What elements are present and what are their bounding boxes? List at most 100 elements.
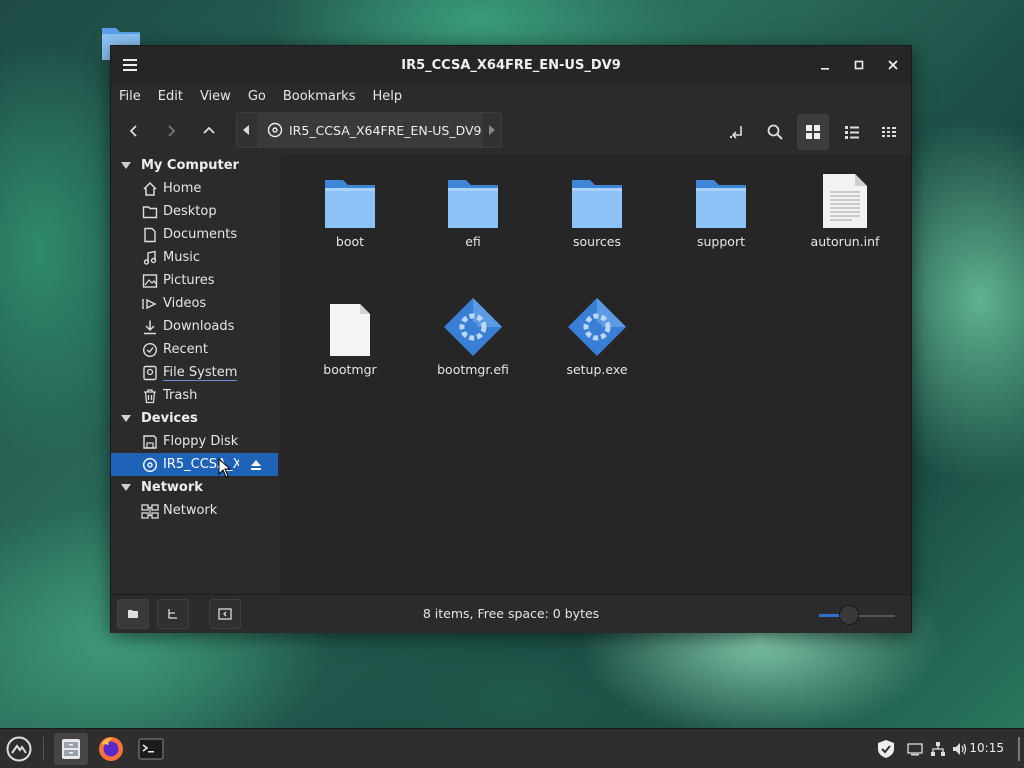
toolbar <box>111 108 911 154</box>
path-segment-current[interactable]: IR5_CCSA_X64FRE_EN-US_DV9 <box>257 113 483 147</box>
documents-icon <box>141 226 159 244</box>
compact-view-button[interactable] <box>876 120 902 144</box>
show-desktop-button[interactable] <box>1018 737 1020 761</box>
sidebar-item-music[interactable]: Music <box>111 246 281 269</box>
file-item-autorun-inf[interactable]: autorun.inf <box>795 168 895 249</box>
list-view-button[interactable] <box>839 120 865 144</box>
sidebar-item-filesystem[interactable]: File System <box>111 361 281 384</box>
menu-file[interactable]: File <box>119 89 141 104</box>
sidebar-item-home[interactable]: Home <box>111 177 281 200</box>
sidebar-item-pictures[interactable]: Pictures <box>111 269 281 292</box>
network-status-icon[interactable] <box>929 739 947 759</box>
grid-icon <box>806 125 820 139</box>
taskbar-firefox[interactable] <box>94 733 128 765</box>
sidebar-item-videos[interactable]: Videos <box>111 292 281 315</box>
tree-sidebar-button[interactable] <box>157 599 189 629</box>
expand-arrow-icon <box>121 162 131 169</box>
file-manager-window: IR5_CCSA_X64FRE_EN-US_DV9 File Edit View… <box>110 45 912 633</box>
path-scroll-left-icon[interactable] <box>241 123 251 141</box>
taskbar-separator <box>43 737 44 761</box>
videos-icon <box>141 295 159 313</box>
file-view[interactable]: boot efi sources support autorun.inf boo… <box>283 154 911 594</box>
start-menu-button[interactable] <box>2 733 36 765</box>
desktop-icon <box>141 203 159 221</box>
taskbar-file-manager[interactable] <box>54 733 88 765</box>
path-bar: IR5_CCSA_X64FRE_EN-US_DV9 <box>236 112 502 148</box>
toggle-sidebar-button[interactable] <box>209 599 241 629</box>
menu-bar: File Edit View Go Bookmarks Help <box>111 84 911 108</box>
text-file-icon <box>823 174 867 228</box>
display-icon[interactable] <box>906 739 924 759</box>
file-item-boot[interactable]: boot <box>300 168 400 249</box>
section-my-computer[interactable]: My Computer <box>111 154 281 177</box>
menu-go[interactable]: Go <box>248 89 266 104</box>
sidebar-item-desktop[interactable]: Desktop <box>111 200 281 223</box>
window-title: IR5_CCSA_X64FRE_EN-US_DV9 <box>401 57 621 73</box>
clock[interactable]: 10:15 <box>969 741 1004 755</box>
menu-bookmarks[interactable]: Bookmarks <box>283 89 356 104</box>
menu-help[interactable]: Help <box>372 89 402 104</box>
folder-icon <box>448 180 498 228</box>
sidebar-item-trash[interactable]: Trash <box>111 384 281 407</box>
back-button[interactable] <box>123 120 145 142</box>
status-bar: 8 items, Free space: 0 bytes <box>111 594 911 633</box>
toggle-location-icon[interactable] <box>724 120 750 144</box>
home-icon <box>141 180 159 198</box>
filesystem-icon <box>141 364 159 382</box>
file-item-sources[interactable]: sources <box>547 168 647 249</box>
zoom-slider-handle[interactable] <box>839 605 860 625</box>
file-cabinet-icon <box>62 739 80 759</box>
file-item-efi[interactable]: efi <box>423 168 523 249</box>
up-button[interactable] <box>198 120 220 142</box>
search-icon[interactable] <box>762 120 788 144</box>
file-item-setup-exe[interactable]: setup.exe <box>547 296 647 377</box>
forward-button[interactable] <box>160 120 182 142</box>
trash-icon <box>141 387 159 405</box>
music-icon <box>141 249 159 267</box>
eject-icon[interactable] <box>249 458 263 472</box>
pictures-icon <box>141 272 159 290</box>
title-bar[interactable]: IR5_CCSA_X64FRE_EN-US_DV9 <box>111 46 911 84</box>
folder-small-icon <box>128 610 138 618</box>
compact-icon <box>882 127 896 137</box>
file-item-bootmgr[interactable]: bootmgr <box>300 296 400 377</box>
section-network[interactable]: Network <box>111 476 281 499</box>
maximize-button[interactable] <box>849 55 869 75</box>
executable-gear-icon <box>568 298 626 356</box>
menu-edit[interactable]: Edit <box>158 89 183 104</box>
sidebar-item-recent[interactable]: Recent <box>111 338 281 361</box>
hamburger-menu-icon[interactable] <box>121 56 139 74</box>
sidebar-item-downloads[interactable]: Downloads <box>111 315 281 338</box>
executable-gear-icon <box>444 298 502 356</box>
minimize-button[interactable] <box>815 55 835 75</box>
network-icon <box>141 502 159 520</box>
blank-file-icon <box>330 304 370 356</box>
section-devices[interactable]: Devices <box>111 407 281 430</box>
recent-icon <box>141 341 159 359</box>
close-button[interactable] <box>883 55 903 75</box>
folder-icon <box>572 180 622 228</box>
icon-view-button[interactable] <box>797 114 829 150</box>
list-icon <box>845 126 859 139</box>
mouse-cursor-icon <box>218 457 232 478</box>
sidebar-item-disc-drive[interactable]: IR5_CCSA_X... <box>111 453 278 476</box>
path-scroll-right-icon[interactable] <box>487 123 497 141</box>
volume-icon[interactable] <box>951 739 969 759</box>
folder-icon <box>696 180 746 228</box>
shield-icon[interactable] <box>876 739 896 759</box>
file-item-bootmgr-efi[interactable]: bootmgr.efi <box>423 296 523 377</box>
menu-view[interactable]: View <box>200 89 231 104</box>
places-sidebar-button[interactable] <box>117 599 149 629</box>
folder-icon <box>325 180 375 228</box>
floppy-icon <box>141 433 159 451</box>
sidebar-item-floppy-disk[interactable]: Floppy Disk <box>111 430 281 453</box>
disc-icon <box>267 122 283 138</box>
taskbar: 10:15 <box>0 728 1024 768</box>
file-item-support[interactable]: support <box>671 168 771 249</box>
taskbar-terminal[interactable] <box>134 733 168 765</box>
sidebar-item-documents[interactable]: Documents <box>111 223 281 246</box>
linux-mint-logo-icon <box>6 736 32 762</box>
sidebar-item-network[interactable]: Network <box>111 499 281 522</box>
expand-arrow-icon <box>121 484 131 491</box>
expand-arrow-icon <box>121 415 131 422</box>
